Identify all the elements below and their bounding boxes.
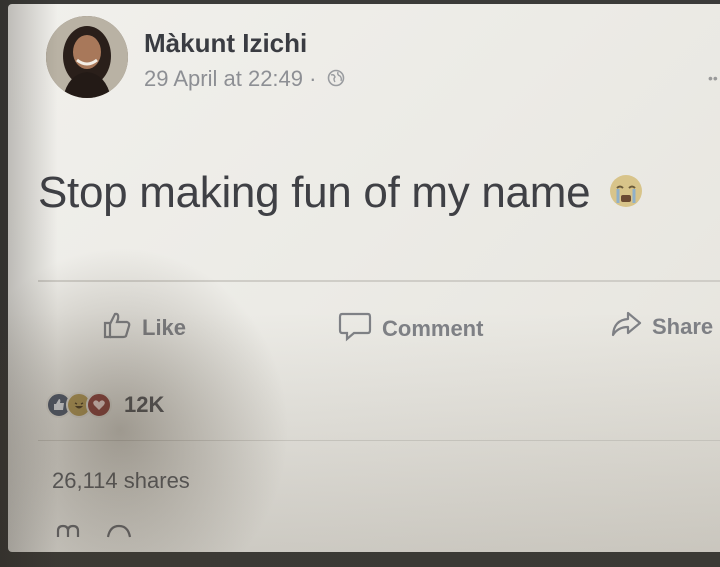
more-options-icon[interactable]: •• bbox=[708, 70, 718, 86]
post-timestamp[interactable]: 29 April at 22:49 · bbox=[144, 66, 316, 91]
comment-bubble-icon bbox=[338, 310, 372, 348]
partial-bottom-icons bbox=[56, 524, 132, 538]
partial-icon-left bbox=[56, 524, 80, 537]
actions-divider bbox=[38, 280, 720, 282]
share-button[interactable]: Share bbox=[610, 310, 713, 344]
comment-button[interactable]: Comment bbox=[338, 310, 483, 348]
reactions-summary[interactable]: 12K bbox=[46, 392, 164, 418]
like-label: Like bbox=[142, 315, 187, 340]
globe-icon bbox=[327, 67, 345, 93]
reactions-count: 12K bbox=[124, 392, 165, 417]
like-button[interactable]: Like bbox=[102, 310, 186, 346]
stats-divider bbox=[38, 440, 720, 441]
author-avatar[interactable] bbox=[46, 16, 128, 98]
partial-icon-right bbox=[106, 524, 132, 538]
author-name[interactable]: Màkunt Izichi bbox=[144, 28, 307, 59]
avatar-portrait-icon bbox=[46, 16, 128, 98]
love-reaction-icon bbox=[86, 392, 112, 418]
post-message: Stop making fun of my name bbox=[38, 168, 591, 217]
comment-label: Comment bbox=[382, 316, 484, 341]
post-text: Stop making fun of my name bbox=[38, 168, 644, 220]
thumbs-up-icon bbox=[102, 310, 132, 346]
share-arrow-icon bbox=[610, 310, 642, 344]
crying-face-icon bbox=[608, 170, 644, 220]
shares-count[interactable]: 26,114 shares bbox=[52, 468, 190, 494]
share-label: Share bbox=[652, 314, 714, 339]
post-card: Màkunt Izichi 29 April at 22:49 · •• Sto… bbox=[8, 4, 720, 552]
post-meta: 29 April at 22:49 · bbox=[144, 66, 345, 93]
photographed-post: Màkunt Izichi 29 April at 22:49 · •• Sto… bbox=[0, 0, 720, 567]
